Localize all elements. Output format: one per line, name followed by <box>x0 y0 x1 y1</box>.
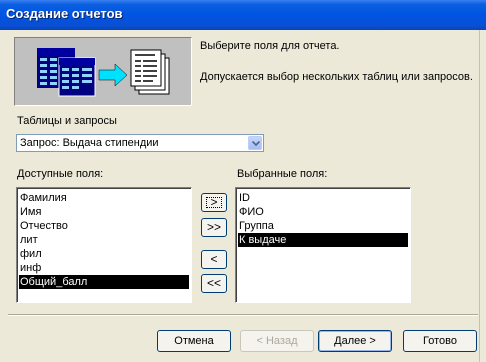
add-field-button[interactable]: > <box>201 193 227 212</box>
wizard-illustration <box>14 37 192 106</box>
report-wizard-window: Создание отчетов Выберите поля для отчет… <box>0 0 486 362</box>
back-button[interactable]: < Назад <box>240 330 314 352</box>
chevron-down-icon <box>252 141 260 146</box>
source-select[interactable]: Запрос: Выдача стипендии <box>16 134 264 152</box>
tables-to-report-icon <box>37 48 170 97</box>
window-title: Создание отчетов <box>6 6 123 21</box>
available-fields-list[interactable]: Фамилия Имя Отчество лит фил инф Общий_б… <box>16 187 192 303</box>
footer-divider <box>8 314 478 316</box>
list-item[interactable]: ID <box>238 191 408 205</box>
title-bar[interactable]: Создание отчетов <box>0 0 486 30</box>
next-button[interactable]: Далее > <box>318 330 392 352</box>
available-fields-label: Доступные поля: <box>17 168 104 180</box>
list-item[interactable]: лит <box>19 233 189 247</box>
source-label: Таблицы и запросы <box>17 115 117 127</box>
finish-button[interactable]: Готово <box>403 330 477 352</box>
list-item[interactable]: Группа <box>238 219 408 233</box>
list-item[interactable]: Отчество <box>19 219 189 233</box>
list-item[interactable]: инф <box>19 261 189 275</box>
list-item[interactable]: ФИО <box>238 205 408 219</box>
list-item-selected[interactable]: Общий_балл <box>19 275 189 289</box>
chosen-fields-label: Выбранные поля: <box>237 168 328 180</box>
source-select-dropdown-button[interactable] <box>248 136 262 150</box>
remove-all-fields-button[interactable]: << <box>201 274 227 293</box>
intro-line-1: Выберите поля для отчета. <box>200 40 340 52</box>
intro-line-2: Допускается выбор нескольких таблиц или … <box>200 71 473 83</box>
cancel-button[interactable]: Отмена <box>157 330 231 352</box>
source-select-value: Запрос: Выдача стипендии <box>20 137 159 149</box>
add-all-fields-button[interactable]: >> <box>201 218 227 237</box>
window-right-edge <box>479 30 486 362</box>
list-item-selected[interactable]: К выдаче <box>238 233 408 247</box>
remove-field-button[interactable]: < <box>201 250 227 269</box>
list-item[interactable]: Фамилия <box>19 191 189 205</box>
list-item[interactable]: Имя <box>19 205 189 219</box>
chosen-fields-list[interactable]: ID ФИО Группа К выдаче <box>235 187 411 303</box>
list-item[interactable]: фил <box>19 247 189 261</box>
